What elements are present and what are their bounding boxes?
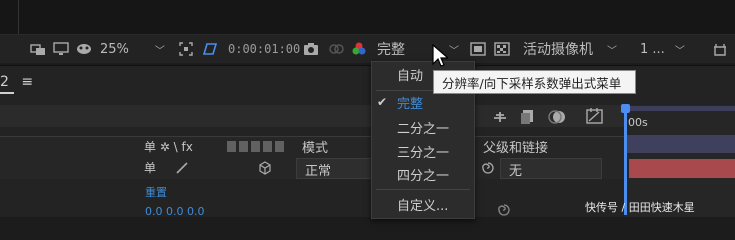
checkerboard-icon[interactable]	[494, 41, 510, 57]
menu-item-label: 三分之一	[397, 145, 450, 161]
chevron-down-icon: ﹀	[674, 45, 685, 57]
viewer-frame	[18, 0, 735, 34]
chevron-down-icon: ﹀	[154, 45, 165, 57]
chevron-down-icon: ﹀	[607, 45, 617, 57]
chevron-down-icon: ﹀	[449, 45, 459, 57]
motion-blur-icon[interactable]	[548, 109, 566, 125]
menu-item-half[interactable]: 二分之一	[372, 115, 474, 139]
camera-view-dropdown[interactable]: 活动摄像机 ﹀	[523, 35, 617, 63]
pick-whip-icon[interactable]	[481, 161, 495, 175]
resolution-tooltip: 分辨率/向下采样系数弹出式菜单	[433, 70, 636, 94]
mode-column-header[interactable]: 模式	[302, 137, 328, 156]
camera-view-value: 活动摄像机	[523, 42, 593, 58]
region-of-interest-icon[interactable]	[178, 41, 194, 57]
share-view-icon[interactable]	[712, 41, 728, 57]
menu-item-third[interactable]: 三分之一	[372, 139, 474, 163]
layer-duration-bar[interactable]	[629, 159, 735, 178]
work-area-bar[interactable]	[625, 106, 735, 111]
zoom-dropdown[interactable]: 25% ﹀	[100, 35, 165, 63]
resolution-value: 完整	[377, 42, 405, 58]
panel-menu-icon[interactable]: ≡	[21, 74, 33, 90]
parent-link-column-header[interactable]: 父级和链接	[483, 137, 548, 156]
parent-select[interactable]: 无	[500, 158, 602, 179]
pick-whip-icon[interactable]	[497, 203, 511, 217]
color-channels-icon[interactable]	[351, 41, 367, 57]
parent-value: 无	[509, 164, 523, 179]
layer-column-headers: 单 ✲ \ fx 模式 父级和链接	[0, 136, 625, 158]
menu-separator	[376, 189, 470, 190]
fast-preview-icon[interactable]	[470, 41, 486, 57]
monitor-icon[interactable]	[53, 41, 69, 57]
watermark: 快传号 / 田田快速木星	[585, 201, 695, 214]
playhead-handle[interactable]	[621, 104, 630, 113]
composition-viewer	[0, 0, 735, 35]
blend-mode-select[interactable]: 正常	[296, 158, 373, 179]
layer-row[interactable]: 单 正常 无	[0, 157, 625, 179]
timeline-tab-label: 2	[0, 74, 9, 90]
view-layout-value: 1 ...	[640, 41, 665, 57]
menu-item-label: 自定义...	[397, 198, 449, 214]
current-time-display[interactable]: 0:00:01:00	[228, 35, 300, 63]
view-layout-dropdown[interactable]: 1 ... ﹀	[640, 35, 685, 63]
mask-visibility-icon[interactable]	[76, 41, 92, 57]
menu-item-label: 四分之一	[397, 168, 450, 184]
time-ruler[interactable]	[625, 135, 735, 153]
property-values[interactable]: 0.0 0.0 0.0	[145, 205, 204, 218]
switch-icons-row	[227, 141, 287, 152]
camera-snapshot-icon[interactable]	[303, 41, 319, 57]
graph-editor-icon[interactable]	[586, 107, 604, 125]
show-snapshot-icon[interactable]	[328, 41, 344, 57]
3d-layer-cube-icon[interactable]	[258, 161, 272, 175]
timeline-tab[interactable]: 2 ≡	[0, 74, 33, 90]
quality-switch-icon[interactable]	[175, 161, 189, 175]
viewer-toolbar: 25% ﹀ 0:00:01:00 完整 ﹀ 活动摄像机 ﹀ 1 ... ﹀	[0, 35, 735, 63]
hide-shy-layers-icon[interactable]	[492, 109, 508, 125]
mouse-pointer-icon	[432, 44, 448, 67]
always-preview-icon[interactable]	[30, 41, 46, 57]
menu-item-label: 完整	[397, 96, 424, 112]
menu-item-quarter[interactable]: 四分之一	[372, 162, 474, 186]
shy-switch[interactable]: 单	[144, 159, 156, 176]
reset-link[interactable]: 重置	[145, 184, 167, 200]
frame-blending-icon[interactable]	[520, 109, 536, 125]
transparency-grid-icon[interactable]	[202, 41, 218, 57]
blend-mode-value: 正常	[305, 164, 332, 179]
active-tab-indicator	[0, 92, 14, 94]
menu-item-custom[interactable]: 自定义...	[372, 192, 474, 216]
checkmark-icon: ✔	[377, 95, 388, 109]
layer-switches-header: 单 ✲ \ fx	[144, 140, 193, 154]
zoom-value: 25%	[100, 41, 129, 57]
menu-item-label: 二分之一	[397, 121, 450, 137]
time-ruler-label: 00s	[628, 116, 648, 129]
menu-item-label: 自动	[397, 68, 424, 84]
